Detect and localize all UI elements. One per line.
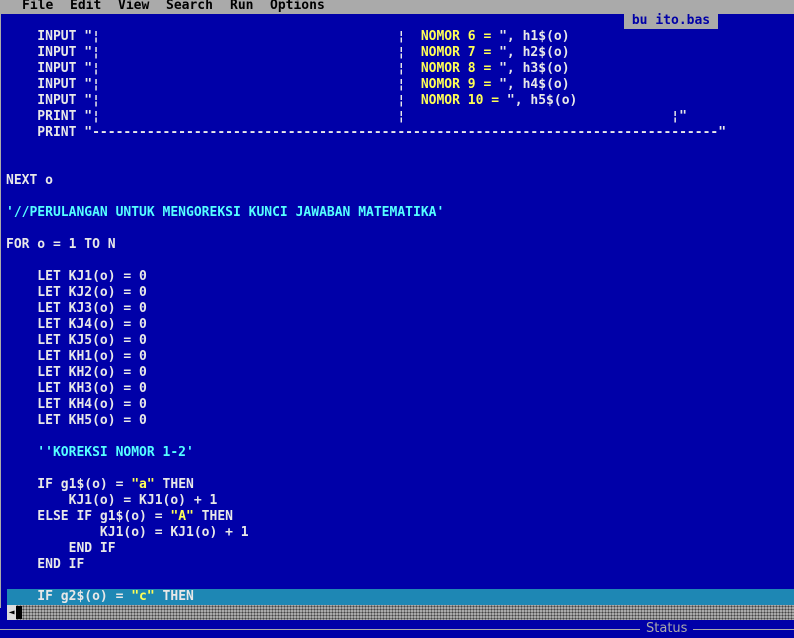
code-token: KJ1(o) = KJ1(o) + 1	[6, 493, 218, 508]
code-line[interactable]	[6, 461, 794, 477]
menu-view[interactable]: View	[118, 0, 149, 12]
code-token: LET KJ1(o) = 0	[6, 269, 147, 284]
code-line[interactable]: END IF	[6, 541, 794, 557]
code-token: END IF	[6, 557, 85, 572]
code-line[interactable]: PRINT "¦ ¦ ¦"	[6, 109, 794, 125]
code-line[interactable]: LET KH5(o) = 0	[6, 413, 794, 429]
code-line[interactable]: INPUT "¦ ¦ NOMOR 10 = ", h5$(o)	[6, 93, 794, 109]
code-line[interactable]: LET KH1(o) = 0	[6, 349, 794, 365]
code-line[interactable]	[6, 157, 794, 173]
document-title: bu ito.bas	[624, 13, 718, 29]
code-token: KJ1(o) = KJ1(o) + 1	[6, 525, 249, 540]
code-line[interactable]: INPUT "¦ ¦ NOMOR 7 = ", h2$(o)	[6, 45, 794, 61]
code-token: PRINT "---------------------------------…	[6, 125, 727, 140]
code-token: "A"	[170, 509, 194, 524]
code-token: ELSE IF g1$(o) =	[6, 509, 171, 524]
code-token: NOMOR 7 =	[420, 45, 500, 60]
code-token: LET KH4(o) = 0	[6, 397, 147, 412]
code-line[interactable]: INPUT "¦ ¦ NOMOR 8 = ", h3$(o)	[6, 61, 794, 77]
code-token: NOMOR 10 =	[420, 93, 507, 108]
code-token: IF g1$(o) =	[6, 477, 132, 492]
code-token: LET KJ2(o) = 0	[6, 285, 147, 300]
code-token: INPUT "¦ ¦	[6, 29, 421, 44]
menu-options[interactable]: Options	[270, 0, 325, 12]
code-token: THEN	[154, 477, 194, 492]
code-token: LET KH5(o) = 0	[6, 413, 147, 428]
code-line[interactable]: LET KJ3(o) = 0	[6, 301, 794, 317]
code-line[interactable]: LET KJ1(o) = 0	[6, 269, 794, 285]
code-token: ", h2$(o)	[499, 45, 570, 60]
code-token: LET KJ4(o) = 0	[6, 317, 147, 332]
code-line[interactable]	[6, 429, 794, 445]
menu-file[interactable]: File	[22, 0, 53, 12]
code-token: LET KH1(o) = 0	[6, 349, 147, 364]
horizontal-scrollbar[interactable]: ◄	[7, 605, 794, 620]
code-token: '//PERULANGAN UNTUK MENGOREKSI KUNCI JAW…	[6, 205, 445, 220]
code-token: ", h3$(o)	[499, 61, 570, 76]
code-token: "c"	[131, 589, 155, 604]
status-label: Status	[640, 621, 694, 637]
code-line[interactable]: INPUT "¦ ¦ NOMOR 6 = ", h1$(o)	[6, 29, 794, 45]
code-line[interactable]: FOR o = 1 TO N	[6, 237, 794, 253]
code-line[interactable]: LET KJ2(o) = 0	[6, 285, 794, 301]
code-token: NEXT o	[6, 173, 53, 188]
code-token: NOMOR 6 =	[420, 29, 500, 44]
code-line[interactable]	[6, 141, 794, 157]
scroll-left-arrow-icon[interactable]: ◄	[7, 605, 16, 620]
menu-edit[interactable]: Edit	[70, 0, 101, 12]
code-area[interactable]: INPUT "¦ ¦ NOMOR 6 = ", h1$(o) INPUT "¦ …	[6, 29, 794, 605]
code-token: END IF	[6, 541, 116, 556]
code-line[interactable]: LET KH4(o) = 0	[6, 397, 794, 413]
code-token: ", h1$(o)	[499, 29, 570, 44]
code-line[interactable]: ELSE IF g1$(o) = "A" THEN	[6, 509, 794, 525]
code-line[interactable]: END IF	[6, 557, 794, 573]
code-line[interactable]	[6, 221, 794, 237]
code-line[interactable]: NEXT o	[6, 173, 794, 189]
menu-bar: File Edit View Search Run Options	[0, 0, 794, 13]
code-token: ''KOREKSI NOMOR 1-2'	[6, 445, 194, 460]
code-line[interactable]: KJ1(o) = KJ1(o) + 1	[6, 493, 794, 509]
code-line[interactable]: ''KOREKSI NOMOR 1-2'	[6, 445, 794, 461]
code-line[interactable]: LET KH2(o) = 0	[6, 365, 794, 381]
code-token: "a"	[131, 477, 155, 492]
code-line[interactable]: '//PERULANGAN UNTUK MENGOREKSI KUNCI JAW…	[6, 205, 794, 221]
code-token: LET KJ3(o) = 0	[6, 301, 147, 316]
code-line[interactable]: KJ1(o) = KJ1(o) + 1	[6, 525, 794, 541]
menu-run[interactable]: Run	[230, 0, 253, 12]
code-line[interactable]: LET KJ4(o) = 0	[6, 317, 794, 333]
code-line[interactable]	[6, 253, 794, 269]
code-token: THEN	[154, 589, 194, 604]
code-token: LET KH2(o) = 0	[6, 365, 147, 380]
code-line[interactable]: LET KJ5(o) = 0	[6, 333, 794, 349]
code-line[interactable]: LET KH3(o) = 0	[6, 381, 794, 397]
code-token: IF g2$(o) =	[6, 589, 132, 604]
code-token: LET KJ5(o) = 0	[6, 333, 147, 348]
code-token: INPUT "¦ ¦	[6, 93, 421, 108]
scroll-thumb[interactable]	[16, 606, 22, 619]
code-token: NOMOR 9 =	[420, 77, 500, 92]
code-token: LET KH3(o) = 0	[6, 381, 147, 396]
code-token: INPUT "¦ ¦	[6, 61, 421, 76]
code-token: THEN	[193, 509, 233, 524]
code-token: ", h5$(o)	[506, 93, 578, 108]
code-line[interactable]	[6, 573, 794, 589]
code-token: PRINT "¦ ¦ ¦"	[6, 109, 687, 124]
code-token: NOMOR 8 =	[420, 61, 500, 76]
status-bar: Status	[0, 620, 794, 638]
code-token: INPUT "¦ ¦	[6, 77, 421, 92]
code-token: INPUT "¦ ¦	[6, 45, 421, 60]
code-line[interactable]: IF g1$(o) = "a" THEN	[6, 477, 794, 493]
code-line[interactable]: INPUT "¦ ¦ NOMOR 9 = ", h4$(o)	[6, 77, 794, 93]
code-line[interactable]: IF g2$(o) = "c" THEN	[6, 589, 794, 605]
code-token: ", h4$(o)	[499, 77, 570, 92]
code-line[interactable]: PRINT "---------------------------------…	[6, 125, 794, 141]
code-token: FOR o = 1 TO N	[6, 237, 116, 252]
menu-search[interactable]: Search	[166, 0, 213, 12]
code-line[interactable]	[6, 189, 794, 205]
